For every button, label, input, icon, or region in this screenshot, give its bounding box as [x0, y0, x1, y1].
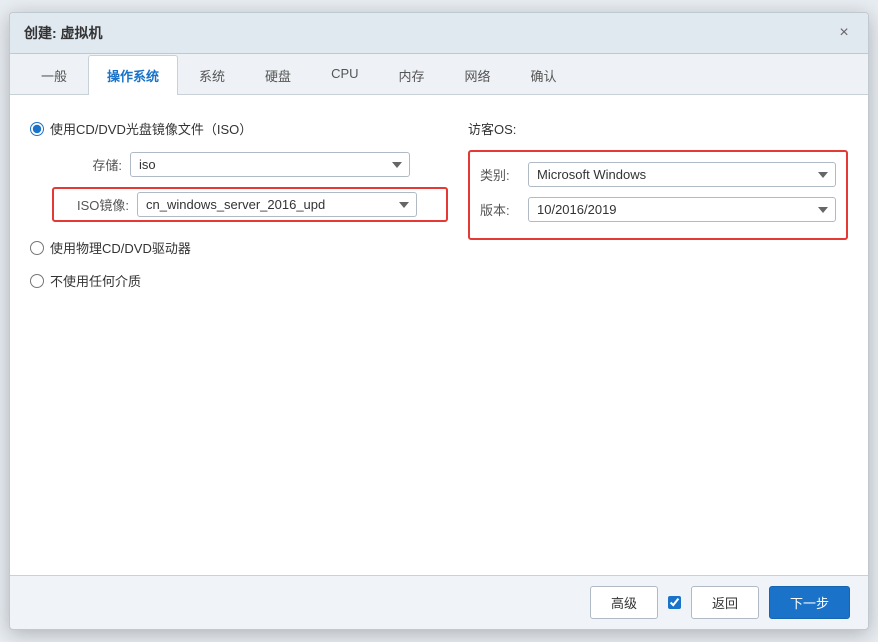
tab-system[interactable]: 系统	[180, 55, 244, 95]
iso-radio-label[interactable]: 使用CD/DVD光盘镜像文件（ISO）	[50, 119, 252, 138]
back-button[interactable]: 返回	[691, 586, 759, 619]
category-row: 类别: Microsoft Windows	[480, 162, 836, 187]
version-select[interactable]: 10/2016/2019	[528, 197, 836, 222]
version-label: 版本:	[480, 200, 520, 219]
tab-bar: 一般 操作系统 系统 硬盘 CPU 内存 网络 确认	[10, 54, 868, 95]
right-panel: 访客OS: 类别: Microsoft Windows 版本: 10/2016/…	[468, 119, 848, 304]
tab-memory[interactable]: 内存	[380, 55, 444, 95]
tab-cpu[interactable]: CPU	[312, 55, 377, 95]
next-button[interactable]: 下一步	[769, 586, 850, 619]
advanced-checkbox[interactable]	[668, 596, 681, 609]
iso-radio-input[interactable]	[30, 122, 44, 136]
advanced-button[interactable]: 高级	[590, 586, 658, 619]
dialog-titlebar: 创建: 虚拟机 ×	[10, 13, 868, 54]
tab-confirm[interactable]: 确认	[512, 55, 576, 95]
main-row: 使用CD/DVD光盘镜像文件（ISO） 存储: iso ISO镜像:	[30, 119, 848, 304]
tab-general[interactable]: 一般	[22, 55, 86, 95]
tab-network[interactable]: 网络	[446, 55, 510, 95]
storage-label: 存储:	[52, 155, 122, 174]
dialog-footer: 高级 返回 下一步	[10, 575, 868, 629]
close-button[interactable]: ×	[834, 23, 854, 43]
none-radio-label[interactable]: 不使用任何介质	[50, 271, 141, 290]
iso-label: ISO镜像:	[59, 195, 129, 214]
storage-select[interactable]: iso	[130, 152, 410, 177]
none-radio-input[interactable]	[30, 274, 44, 288]
category-select[interactable]: Microsoft Windows	[528, 162, 836, 187]
dialog-title: 创建: 虚拟机	[24, 23, 103, 43]
none-radio-option: 不使用任何介质	[30, 271, 448, 290]
physical-radio-option: 使用物理CD/DVD驱动器	[30, 238, 448, 257]
storage-row: 存储: iso	[52, 152, 448, 177]
dialog-content: 使用CD/DVD光盘镜像文件（ISO） 存储: iso ISO镜像:	[10, 95, 868, 575]
iso-radio-option: 使用CD/DVD光盘镜像文件（ISO）	[30, 119, 448, 138]
tab-disk[interactable]: 硬盘	[246, 55, 310, 95]
iso-select[interactable]: cn_windows_server_2016_upd	[137, 192, 417, 217]
advanced-checkbox-label[interactable]	[668, 596, 681, 609]
tab-os[interactable]: 操作系统	[88, 55, 178, 95]
category-label: 类别:	[480, 165, 520, 184]
physical-radio-label[interactable]: 使用物理CD/DVD驱动器	[50, 238, 191, 257]
iso-form: 存储: iso ISO镜像: cn_windows_server_2016_up…	[52, 152, 448, 222]
dialog-window: 创建: 虚拟机 × 一般 操作系统 系统 硬盘 CPU 内存 网络 确认 使用C…	[9, 12, 869, 630]
left-panel: 使用CD/DVD光盘镜像文件（ISO） 存储: iso ISO镜像:	[30, 119, 448, 304]
physical-radio-input[interactable]	[30, 241, 44, 255]
guest-os-box: 类别: Microsoft Windows 版本: 10/2016/2019	[468, 150, 848, 240]
iso-row: ISO镜像: cn_windows_server_2016_upd	[52, 187, 448, 222]
guest-os-title: 访客OS:	[468, 119, 848, 138]
version-row: 版本: 10/2016/2019	[480, 197, 836, 222]
